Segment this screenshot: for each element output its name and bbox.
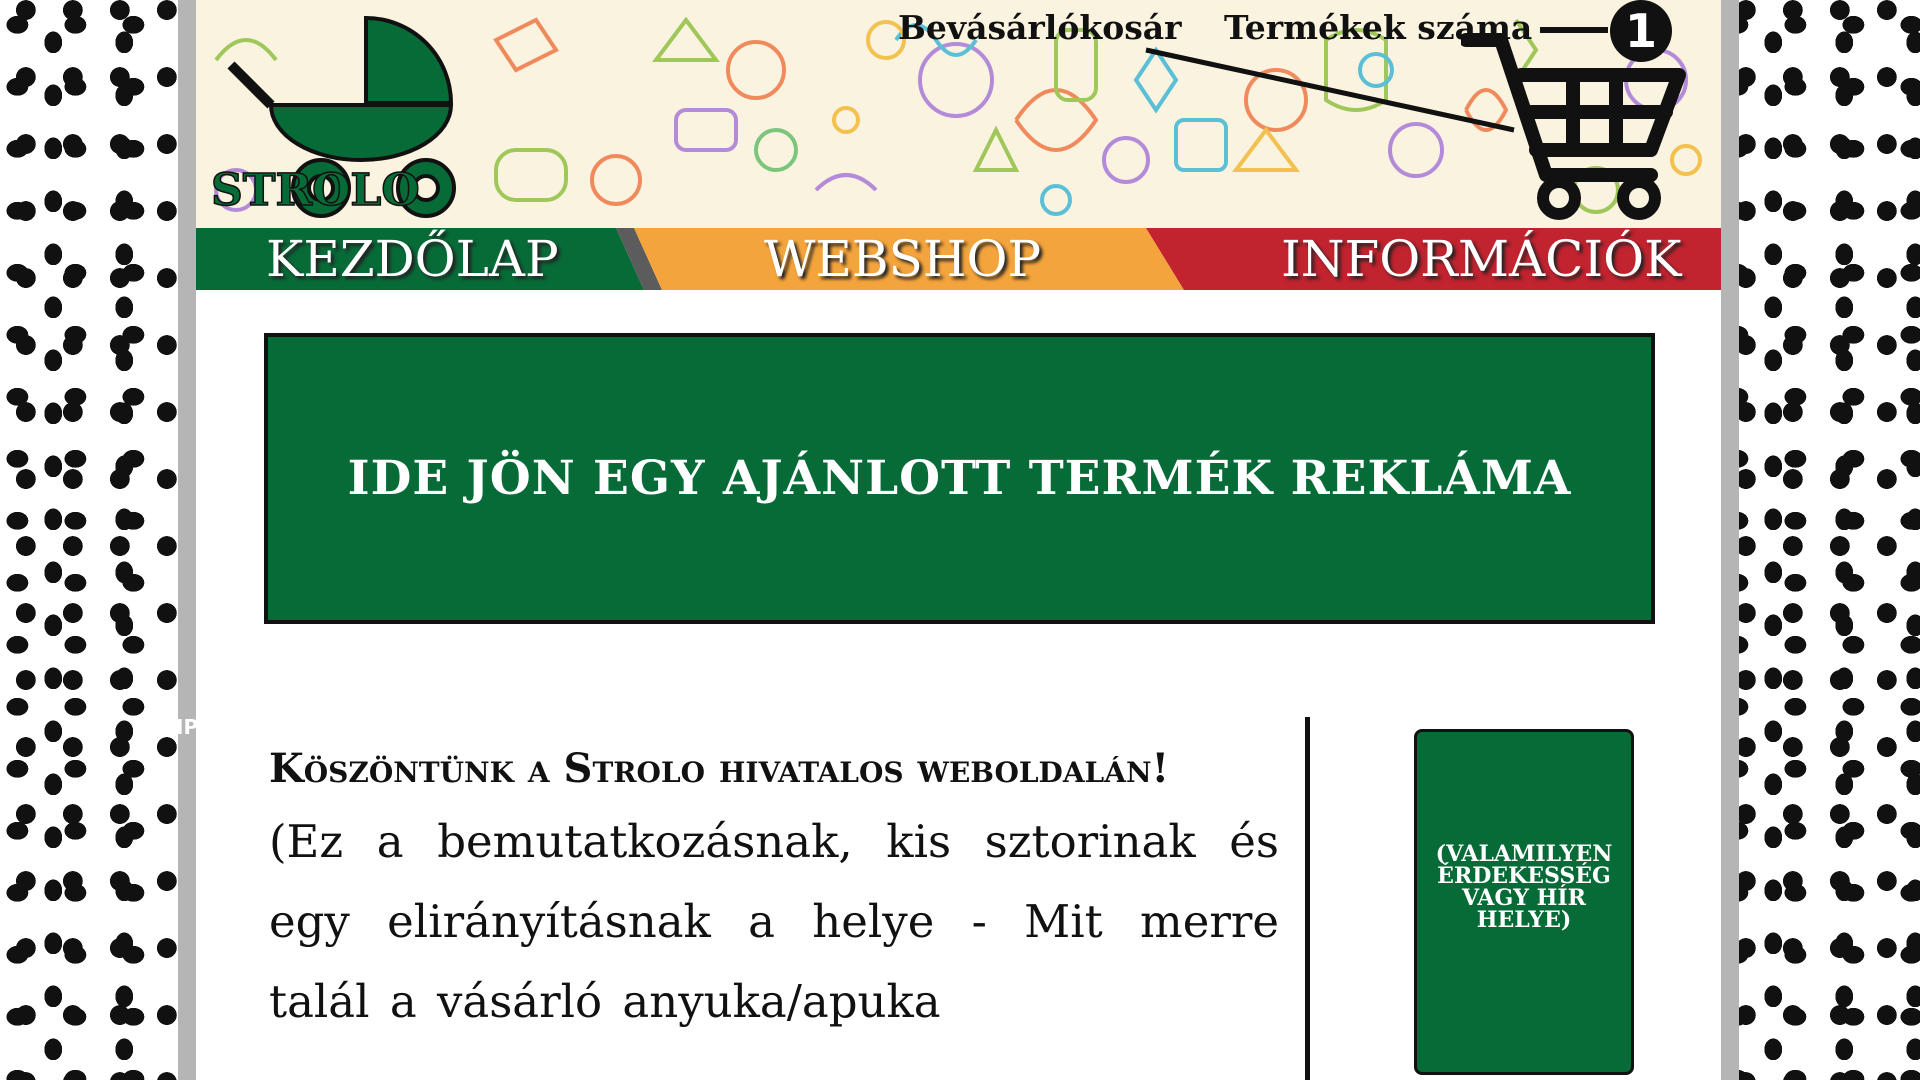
page-container: STROLO Bevásárlókosár Termékek száma 1 K… xyxy=(196,0,1721,1080)
welcome-title: Köszöntünk a Strolo hivatalos weboldalán… xyxy=(269,745,1170,792)
featured-product-banner[interactable]: IDE JÖN EGY AJÁNLOTT TERMÉK REKLÁMA xyxy=(264,333,1655,624)
welcome-body: (Ez a bemutatkozásnak, kis sztorinak és … xyxy=(269,815,1279,1028)
welcome-section: Köszöntünk a Strolo hivatalos weboldalán… xyxy=(269,745,1279,1042)
page-frame-left xyxy=(178,0,196,1080)
news-text: (VALAMILYEN ÉRDEKESSÉG VAGY HÍR HELYE) xyxy=(1435,841,1613,933)
news-box[interactable]: (VALAMILYEN ÉRDEKESSÉG VAGY HÍR HELYE) xyxy=(1414,729,1634,1075)
banner-text: IDE JÖN EGY AJÁNLOTT TERMÉK REKLÁMA xyxy=(347,451,1572,506)
site-header: STROLO Bevásárlókosár Termékek száma 1 xyxy=(196,0,1721,228)
nav-webshop[interactable]: WEBSHOP xyxy=(764,228,1041,290)
cart-count-badge: 1 xyxy=(1610,0,1672,62)
nav-information[interactable]: INFORMÁCIÓK xyxy=(1281,228,1682,290)
main-navigation: KEZDŐLAP WEBSHOP INFORMÁCIÓK xyxy=(196,228,1721,290)
polka-dot-background-left xyxy=(0,0,200,1080)
shopping-cart-icon[interactable] xyxy=(1461,30,1691,225)
logo-text: STROLO xyxy=(211,165,420,216)
polka-dot-background-right xyxy=(1720,0,1920,1080)
strolo-logo[interactable]: STROLO xyxy=(211,10,521,225)
page-frame-right xyxy=(1721,0,1739,1080)
cart-label[interactable]: Bevásárlókosár xyxy=(898,8,1182,47)
nav-home[interactable]: KEZDŐLAP xyxy=(266,228,559,290)
side-text-fragment: IP xyxy=(176,715,199,739)
vertical-divider xyxy=(1305,717,1310,1080)
